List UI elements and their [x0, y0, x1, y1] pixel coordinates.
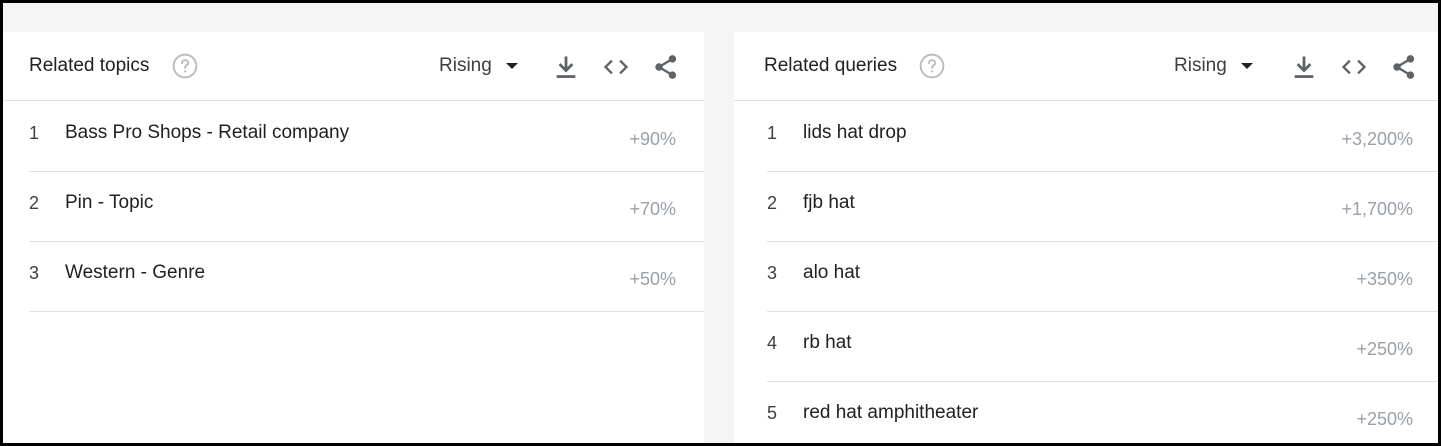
- related-topics-panel: Related topics Rising 1 Bass Pro Shops -…: [3, 32, 704, 443]
- row-value: +250%: [1356, 339, 1413, 359]
- topics-sort-label: Rising: [439, 55, 492, 76]
- embed-code-icon[interactable]: [602, 53, 630, 81]
- query-row-4[interactable]: 4 rb hat +250%: [767, 311, 1438, 382]
- row-name[interactable]: Bass Pro Shops - Retail company: [65, 122, 349, 144]
- download-icon[interactable]: [1290, 53, 1318, 81]
- row-name[interactable]: Western - Genre: [65, 262, 205, 284]
- row-rank: 3: [29, 263, 40, 283]
- related-queries-header: Related queries Rising: [734, 32, 1438, 101]
- query-row-1[interactable]: 1 lids hat drop +3,200%: [767, 101, 1438, 172]
- row-value: +3,200%: [1341, 129, 1413, 149]
- queries-sort-select[interactable]: Rising: [1174, 52, 1253, 80]
- row-value: +250%: [1356, 409, 1413, 429]
- query-row-5[interactable]: 5 red hat amphitheater +250%: [767, 381, 1438, 443]
- query-row-3[interactable]: 3 alo hat +350%: [767, 241, 1438, 312]
- queries-sort-label: Rising: [1174, 55, 1227, 76]
- share-icon[interactable]: [652, 53, 680, 81]
- chevron-down-icon: [1240, 63, 1253, 69]
- related-queries-panel: Related queries Rising 1 lids hat drop +…: [734, 32, 1438, 443]
- topic-row-3[interactable]: 3 Western - Genre +50%: [29, 241, 704, 312]
- related-queries-title: Related queries: [764, 55, 898, 76]
- row-name[interactable]: fjb hat: [803, 192, 855, 214]
- row-name[interactable]: alo hat: [803, 262, 860, 284]
- download-icon[interactable]: [552, 53, 580, 81]
- help-icon[interactable]: [919, 53, 945, 79]
- row-value: +50%: [629, 269, 676, 289]
- row-rank: 4: [767, 333, 778, 353]
- related-topics-title: Related topics: [29, 55, 150, 76]
- query-row-2[interactable]: 2 fjb hat +1,700%: [767, 171, 1438, 242]
- row-rank: 5: [767, 403, 778, 423]
- row-name[interactable]: rb hat: [803, 332, 852, 354]
- trends-related-frame: Related topics Rising 1 Bass Pro Shops -…: [0, 0, 1441, 446]
- chevron-down-icon: [505, 63, 518, 69]
- topic-row-2[interactable]: 2 Pin - Topic +70%: [29, 171, 704, 242]
- row-rank: 1: [29, 123, 40, 143]
- row-rank: 2: [29, 193, 40, 213]
- row-rank: 2: [767, 193, 778, 213]
- row-rank: 1: [767, 123, 778, 143]
- row-value: +350%: [1356, 269, 1413, 289]
- row-rank: 3: [767, 263, 778, 283]
- embed-code-icon[interactable]: [1340, 53, 1368, 81]
- row-value: +90%: [629, 129, 676, 149]
- help-icon[interactable]: [172, 53, 198, 79]
- row-value: +70%: [629, 199, 676, 219]
- topics-sort-select[interactable]: Rising: [439, 52, 518, 80]
- related-topics-header: Related topics Rising: [3, 32, 704, 101]
- row-name[interactable]: red hat amphitheater: [803, 402, 978, 424]
- share-icon[interactable]: [1390, 53, 1418, 81]
- row-name[interactable]: lids hat drop: [803, 122, 907, 144]
- row-name[interactable]: Pin - Topic: [65, 192, 153, 214]
- topic-row-1[interactable]: 1 Bass Pro Shops - Retail company +90%: [29, 101, 704, 172]
- row-value: +1,700%: [1341, 199, 1413, 219]
